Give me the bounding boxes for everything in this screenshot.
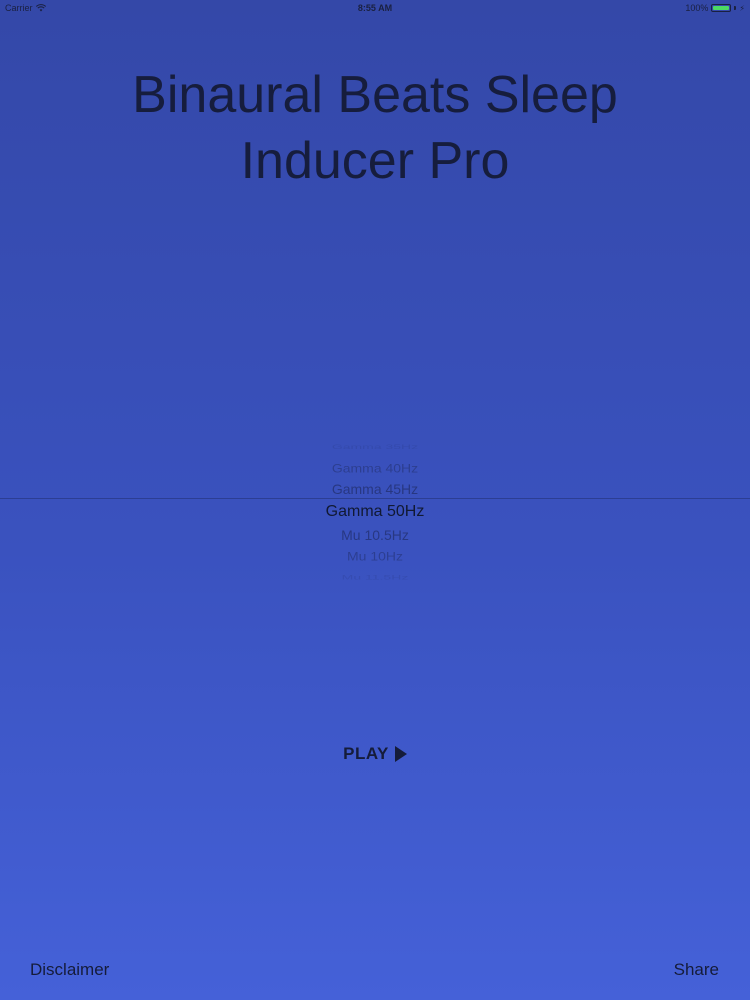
disclaimer-button[interactable]: Disclaimer xyxy=(30,960,109,980)
frequency-picker[interactable]: Gamma 35Hz Gamma 40Hz Gamma 45Hz Gamma 50Hz… xyxy=(0,440,750,581)
charging-bolt-icon: ⚡ xyxy=(739,3,745,13)
status-right: 100% ⚡ xyxy=(685,3,745,13)
picker-item[interactable]: Gamma 40Hz xyxy=(0,461,750,475)
picker-item[interactable]: Gamma 45Hz xyxy=(0,481,750,497)
clock: 8:55 AM xyxy=(357,3,393,13)
share-button[interactable]: Share xyxy=(674,960,719,980)
picker-item[interactable]: Mu 11.5Hz xyxy=(0,573,750,580)
picker-item[interactable]: Mu 10.5Hz xyxy=(0,527,750,543)
battery-percent: 100% xyxy=(685,3,709,13)
play-label: PLAY xyxy=(343,744,389,763)
status-bar: Carrier 8:55 AM 100% ⚡ xyxy=(0,0,750,16)
picker-item[interactable]: Gamma 35Hz xyxy=(0,443,750,450)
picker-item[interactable]: Mu 10Hz xyxy=(0,549,750,563)
picker-selection-line-top xyxy=(0,498,750,499)
app-title: Binaural Beats Sleep Inducer Pro xyxy=(132,66,618,190)
battery-tip xyxy=(734,6,737,10)
play-button[interactable]: PLAY xyxy=(0,744,750,764)
battery-fill xyxy=(713,6,730,10)
play-icon xyxy=(394,746,407,762)
picker-item-selected[interactable]: Gamma 50Hz xyxy=(0,503,750,521)
battery-icon xyxy=(711,4,732,12)
